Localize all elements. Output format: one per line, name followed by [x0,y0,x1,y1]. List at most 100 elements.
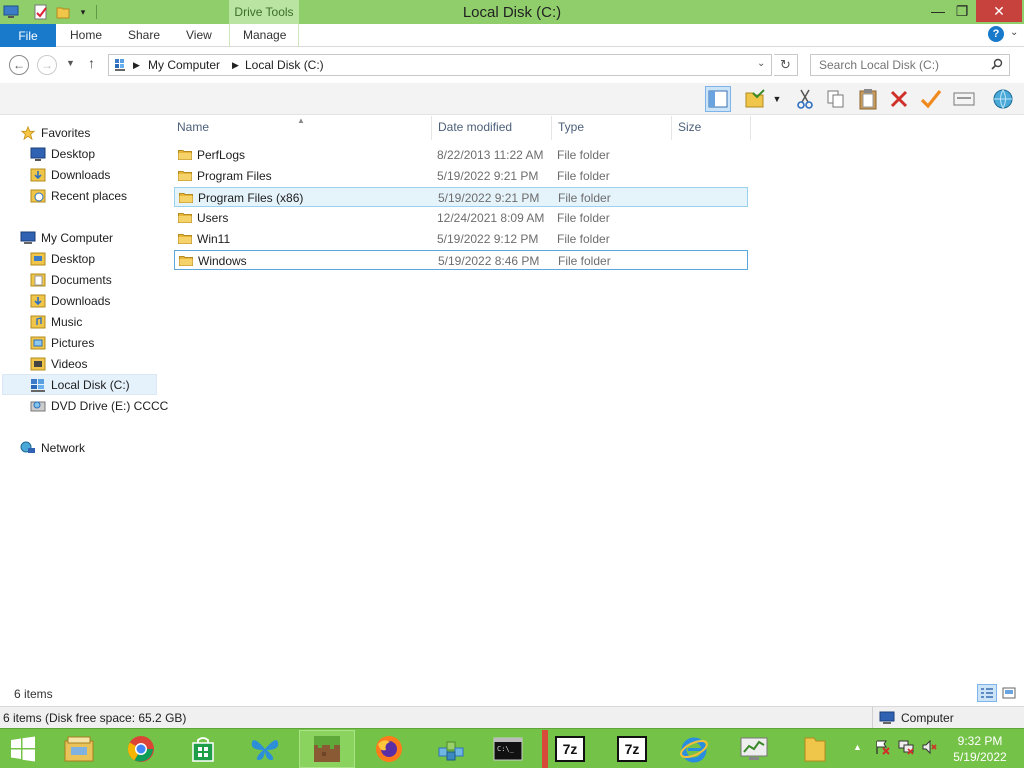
nav-computer-videos[interactable]: Videos [30,354,87,374]
dropdown-chevron-icon[interactable]: ▼ [770,86,784,112]
nav-favorites-downloads[interactable]: Downloads [30,165,110,185]
nav-computer-local-disk[interactable]: Local Disk (C:) [30,375,130,395]
table-row[interactable]: Windows 5/19/2022 8:46 PM File folder [174,250,748,270]
nav-favorites-label: Favorites [41,126,91,140]
nav-favorites[interactable]: Favorites [20,123,90,143]
taskbar-folder[interactable] [787,730,843,768]
tab-home[interactable]: Home [70,28,102,42]
taskbar-firefox[interactable] [361,730,417,768]
customize-qat-icon[interactable]: ▾ [74,3,92,21]
details-view-icon[interactable] [977,684,997,702]
new-folder-icon[interactable] [54,3,72,21]
column-separator[interactable] [431,116,432,140]
taskbar-cubes-app[interactable] [423,730,479,768]
recent-locations-icon[interactable]: ▼ [66,58,75,68]
nav-computer-music[interactable]: Music [30,312,82,332]
show-hidden-icons-chevron-icon[interactable]: ▲ [853,742,862,752]
nav-computer-dvd-drive[interactable]: DVD Drive (E:) CCCC [30,396,168,416]
folder-icon [804,737,826,762]
rename-check-icon[interactable] [918,86,944,112]
breadcrumb-my-computer[interactable]: My Computer [148,58,220,72]
downloads-folder-icon [30,294,46,308]
maximize-button[interactable]: ❐ [947,0,977,22]
column-separator[interactable] [671,116,672,140]
volume-muted-icon[interactable] [921,739,937,758]
table-row[interactable]: Win11 5/19/2022 9:12 PM File folder [174,229,748,249]
table-row[interactable]: Program Files 5/19/2022 9:21 PM File fol… [174,166,748,186]
copy-icon[interactable] [823,86,849,112]
computer-app-icon[interactable] [2,3,20,21]
taskbar-command-prompt[interactable]: C:\_ [480,730,536,768]
svg-text:C:\_: C:\_ [497,745,515,753]
forward-button[interactable]: → [37,55,57,75]
file-date: 12/24/2021 8:09 AM [437,211,545,225]
nav-label: Documents [51,273,112,287]
nav-label: DVD Drive (E:) CCCC [51,399,169,413]
chevron-right-icon[interactable]: ▶ [232,60,239,71]
column-header-type[interactable]: Type [558,120,584,134]
firefox-icon [376,736,402,762]
taskbar-app-butterfly[interactable] [237,730,293,768]
network-status-icon[interactable] [898,739,914,758]
cut-icon[interactable] [792,86,818,112]
taskbar-7zip[interactable]: 7z [542,730,598,768]
up-button[interactable]: ↑ [88,55,95,71]
taskbar-chrome[interactable] [113,730,169,768]
nav-favorites-recent[interactable]: Recent places [30,186,127,206]
refresh-button[interactable]: ↻ [774,54,798,76]
star-icon [20,126,36,140]
address-bar[interactable]: ▶ My Computer ▶ Local Disk (C:) ⌄ [108,54,772,76]
address-history-chevron-icon[interactable]: ⌄ [757,58,765,69]
tab-manage[interactable]: Manage [243,28,286,42]
paste-icon[interactable] [855,86,881,112]
chevron-right-icon[interactable]: ▶ [133,60,140,71]
file-date: 5/19/2022 8:46 PM [438,254,540,268]
search-icon[interactable] [991,58,1003,73]
action-center-flag-icon[interactable] [874,739,890,758]
nav-my-computer[interactable]: My Computer [20,228,113,248]
search-input[interactable] [811,55,987,75]
close-button[interactable]: ✕ [976,0,1022,22]
expand-ribbon-icon[interactable]: ⌄ [1010,27,1018,38]
properties-toolbar-icon[interactable] [951,86,977,112]
taskbar-file-explorer[interactable] [51,730,107,768]
help-icon[interactable]: ? [988,26,1004,42]
table-row[interactable]: Users 12/24/2021 8:09 AM File folder [174,208,748,228]
nav-network[interactable]: Network [20,438,85,458]
drive-tools-context-tab: Drive Tools [229,0,299,24]
tab-share[interactable]: Share [128,28,160,42]
nav-favorites-desktop[interactable]: Desktop [30,144,95,164]
column-header-name[interactable]: Name [177,120,209,134]
taskbar-minecraft[interactable] [299,730,355,768]
nav-computer-desktop[interactable]: Desktop [30,249,95,269]
breadcrumb-local-disk[interactable]: Local Disk (C:) [245,58,324,72]
nav-computer-downloads[interactable]: Downloads [30,291,110,311]
system-clock[interactable]: 9:32 PM 5/19/2022 [944,733,1016,765]
table-row[interactable]: PerfLogs 8/22/2013 11:22 AM File folder [174,145,748,165]
folder-icon [178,171,192,181]
tab-view[interactable]: View [186,28,212,42]
table-row[interactable]: Program Files (x86) 5/19/2022 9:21 PM Fi… [174,187,748,207]
taskbar-resource-monitor[interactable] [726,730,782,768]
start-button[interactable] [0,730,46,768]
back-button[interactable]: ← [9,55,29,75]
column-separator[interactable] [750,116,751,140]
column-header-date[interactable]: Date modified [438,120,512,134]
column-separator[interactable] [551,116,552,140]
nav-computer-documents[interactable]: Documents [30,270,112,290]
videos-folder-icon [30,357,46,371]
large-icons-view-icon[interactable] [999,684,1019,702]
globe-icon[interactable] [990,86,1016,112]
search-box[interactable] [810,54,1010,76]
file-name: PerfLogs [197,148,246,162]
properties-icon[interactable] [32,3,50,21]
delete-icon[interactable] [886,86,912,112]
tab-file[interactable]: File [0,24,56,47]
taskbar-internet-explorer[interactable] [666,730,722,768]
nav-computer-pictures[interactable]: Pictures [30,333,94,353]
select-folder-icon[interactable] [742,86,768,112]
preview-pane-icon[interactable] [705,86,731,112]
taskbar-store[interactable] [175,730,231,768]
taskbar-7zip-second[interactable]: 7z [604,730,660,768]
column-header-size[interactable]: Size [678,120,701,134]
